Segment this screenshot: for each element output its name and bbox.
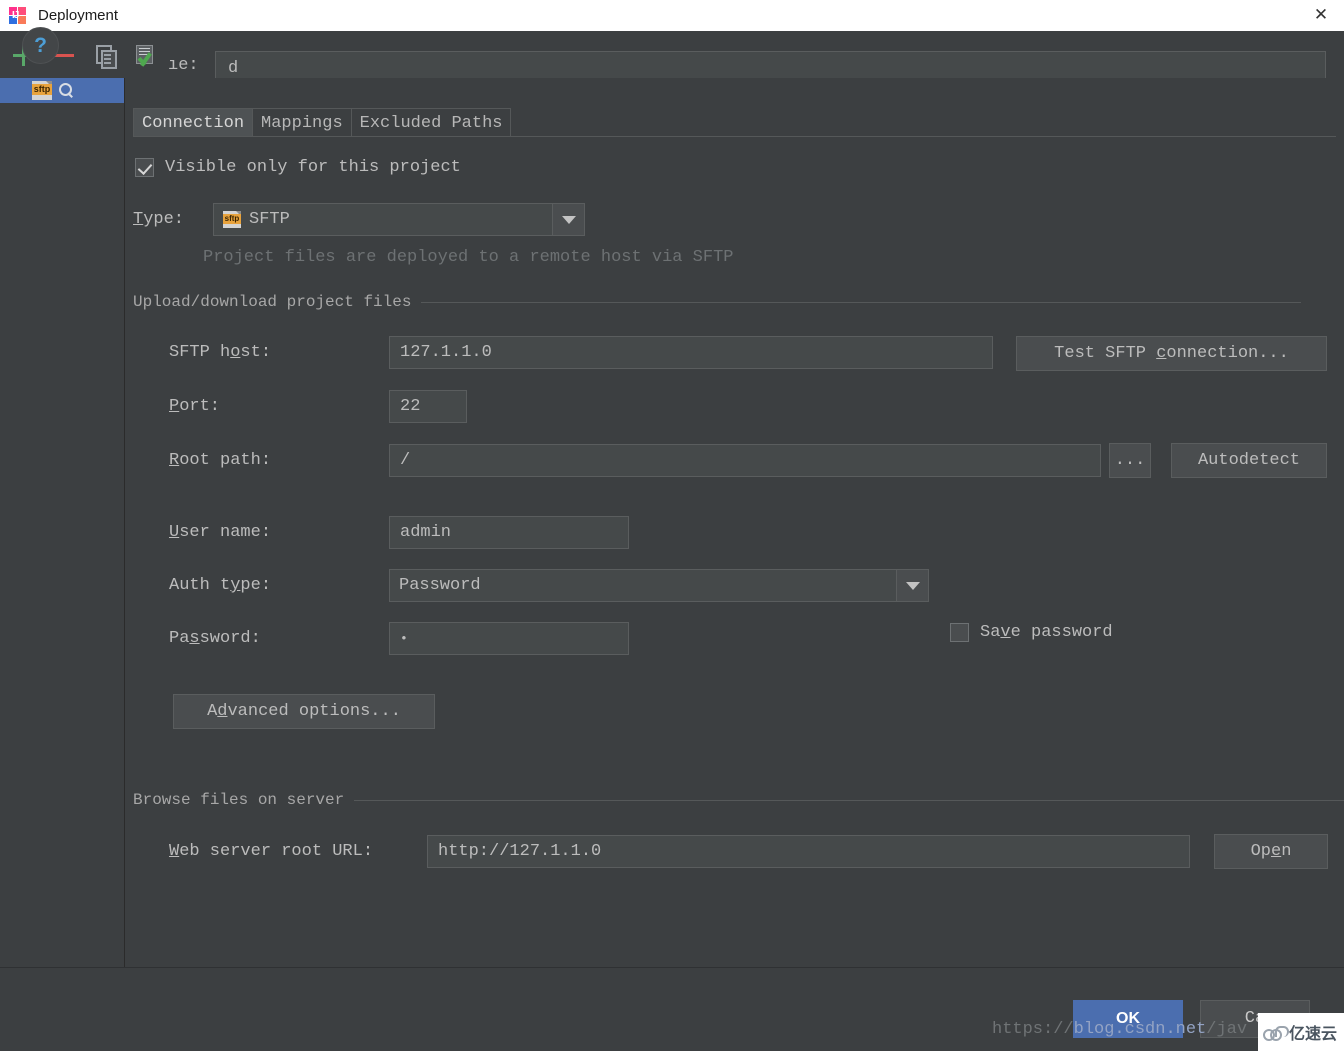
password-input[interactable]: • bbox=[389, 622, 629, 655]
type-label: Type: bbox=[133, 210, 185, 229]
tab-mappings[interactable]: Mappings bbox=[252, 108, 352, 137]
connection-panel: Connection Mappings Excluded Paths Visib… bbox=[125, 78, 1344, 967]
web-url-row: Web server root URL: http://127.1.1.0 bbox=[169, 835, 1190, 868]
autodetect-button[interactable]: Autodetect bbox=[1171, 443, 1327, 478]
user-name-label: User name: bbox=[169, 523, 272, 542]
advanced-options-button[interactable]: Advanced options... bbox=[173, 694, 435, 729]
type-combo[interactable]: sftp SFTP bbox=[213, 203, 553, 236]
save-password-checkbox[interactable]: Save password bbox=[950, 623, 1113, 642]
port-row: Port: 22 bbox=[169, 390, 467, 423]
window-title: Deployment bbox=[38, 7, 119, 24]
checkbox-box bbox=[135, 158, 154, 177]
browse-group-title: Browse files on server bbox=[133, 791, 1344, 809]
auth-type-value: Password bbox=[399, 576, 481, 595]
visible-only-label: Visible only for this project bbox=[165, 158, 461, 177]
root-path-browse-button[interactable]: ... bbox=[1109, 443, 1151, 478]
test-sftp-connection-button[interactable]: Test SFTP connection... bbox=[1016, 336, 1327, 371]
visible-only-checkbox[interactable]: Visible only for this project bbox=[135, 158, 461, 177]
chevron-down-icon[interactable] bbox=[553, 203, 585, 236]
root-path-label: Root path: bbox=[169, 451, 272, 470]
type-row: Type: sftp SFTP bbox=[133, 203, 585, 236]
sftp-host-label: SFTP host: bbox=[169, 343, 272, 362]
type-hint: Project files are deployed to a remote h… bbox=[203, 248, 734, 267]
port-label: Port: bbox=[169, 397, 221, 416]
user-name-input[interactable]: admin bbox=[389, 516, 629, 549]
web-url-input[interactable]: http://127.1.1.0 bbox=[427, 835, 1190, 868]
copy-icon[interactable] bbox=[93, 43, 119, 69]
password-label: Password: bbox=[169, 629, 261, 648]
server-list-sidebar: sftp bbox=[0, 78, 125, 967]
upload-group-title: Upload/download project files bbox=[133, 293, 1302, 311]
cloud-icon bbox=[1263, 1025, 1289, 1041]
sftp-host-input[interactable]: 127.1.1.0 bbox=[389, 336, 993, 369]
tab-bar: Connection Mappings Excluded Paths bbox=[133, 107, 512, 137]
port-input[interactable]: 22 bbox=[389, 390, 467, 423]
source-url-watermark: https://blog.csdn.net/jav bbox=[992, 1020, 1248, 1039]
deployment-dialog: IJ Deployment ✕ ıe: d sftp Connection Ma… bbox=[0, 0, 1344, 1051]
user-name-row: User name: admin bbox=[169, 516, 629, 549]
open-url-button[interactable]: Open bbox=[1214, 834, 1328, 869]
chevron-down-icon[interactable] bbox=[897, 569, 929, 602]
checkbox-box bbox=[950, 623, 969, 642]
password-row: Password: • bbox=[169, 622, 629, 655]
title-bar: IJ Deployment ✕ bbox=[0, 0, 1344, 32]
auth-type-combo[interactable]: Password bbox=[389, 569, 897, 602]
root-path-row: Root path: / bbox=[169, 444, 1101, 477]
type-value: SFTP bbox=[249, 210, 290, 229]
save-password-label: Save password bbox=[980, 623, 1113, 642]
sftp-file-icon: sftp bbox=[223, 211, 241, 228]
close-icon[interactable]: ✕ bbox=[1298, 0, 1344, 30]
root-path-input[interactable]: / bbox=[389, 444, 1101, 477]
question-mark-icon[interactable]: ? bbox=[22, 27, 59, 64]
auth-type-row: Auth type: Password bbox=[169, 569, 929, 602]
tab-connection[interactable]: Connection bbox=[133, 108, 254, 137]
brand-watermark: 亿速云 bbox=[1258, 1013, 1344, 1051]
web-url-label: Web server root URL: bbox=[169, 842, 374, 861]
intellij-idea-icon: IJ bbox=[9, 7, 26, 24]
tab-excluded-paths[interactable]: Excluded Paths bbox=[350, 108, 512, 137]
name-label: ıe: bbox=[168, 56, 199, 75]
tab-underline bbox=[133, 136, 1336, 137]
brand-watermark-text: 亿速云 bbox=[1289, 1026, 1338, 1043]
magnifier-icon bbox=[59, 83, 74, 98]
validate-icon[interactable] bbox=[133, 43, 159, 69]
sftp-host-row: SFTP host: 127.1.1.0 bbox=[169, 336, 993, 369]
list-item[interactable]: sftp bbox=[0, 78, 124, 103]
auth-type-label: Auth type: bbox=[169, 576, 272, 595]
sftp-file-icon: sftp bbox=[32, 81, 52, 100]
